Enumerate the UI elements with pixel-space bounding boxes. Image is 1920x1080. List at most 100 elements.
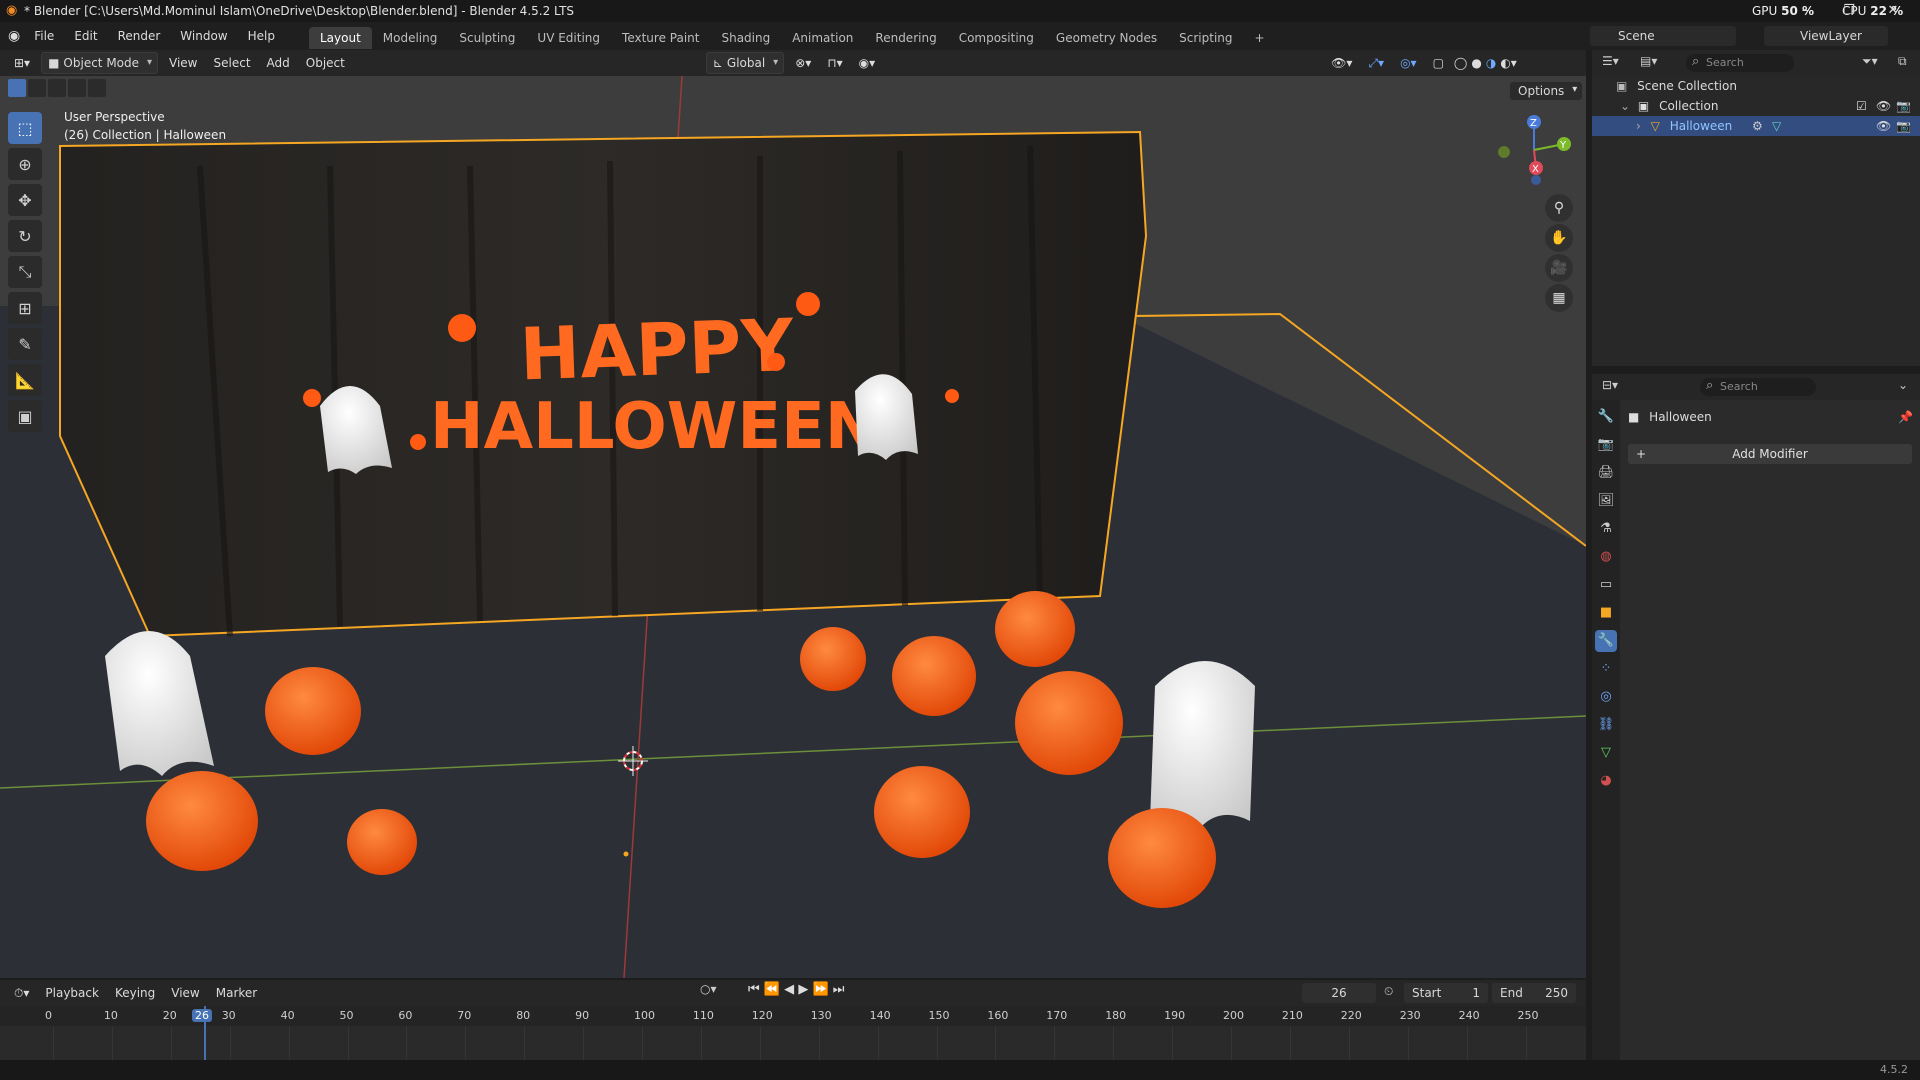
rendered-shading-icon[interactable]: ◐▾ <box>1498 51 1519 75</box>
play-reverse-icon[interactable]: ◀ <box>784 982 794 997</box>
zoom-icon[interactable]: ⚲ <box>1545 194 1573 222</box>
editor-type-icon[interactable]: ⊞▾ <box>6 51 38 75</box>
view-layer-selector[interactable]: ViewLayer <box>1764 26 1888 46</box>
navigation-gizmo[interactable]: Z Y X <box>1490 110 1586 190</box>
particles-properties-icon[interactable]: ⁘ <box>1595 658 1617 680</box>
perspective-toggle-icon[interactable]: ▦ <box>1545 284 1573 312</box>
jump-start-icon[interactable]: ⏮ <box>748 982 760 997</box>
collection-properties-icon[interactable]: ▭ <box>1595 574 1617 596</box>
modifier-properties-icon[interactable]: 🔧 <box>1595 630 1617 652</box>
add-cube-tool-icon[interactable]: ▣ <box>8 400 42 432</box>
select-invert-icon[interactable] <box>68 79 86 97</box>
properties-search-input[interactable]: Search <box>1700 377 1816 396</box>
end-frame-field[interactable]: End 250 <box>1492 983 1576 1003</box>
physics-properties-icon[interactable]: ◎ <box>1595 686 1617 708</box>
visibility-icon[interactable]: 👁▾ <box>1323 51 1360 75</box>
visibility-eye-icon[interactable]: 👁 <box>1876 96 1891 116</box>
menu-file[interactable]: File <box>24 22 64 50</box>
timeline-editor-icon[interactable]: ⏱▾ <box>6 981 37 1005</box>
pan-hand-icon[interactable]: ✋ <box>1545 224 1573 252</box>
proportional-edit-icon[interactable]: ◉▾ <box>851 51 884 75</box>
view-layer-properties-icon[interactable]: 🖼 <box>1595 490 1617 512</box>
xray-icon[interactable]: ▢ <box>1425 51 1452 75</box>
3d-viewport[interactable]: HAPPY HALLOWEEN User Perspective (26) Co… <box>0 76 1586 978</box>
properties-editor-icon[interactable]: ⊟▾ <box>1602 378 1618 392</box>
new-collection-icon[interactable]: ⧉ <box>1898 54 1907 69</box>
world-properties-icon[interactable]: ◍ <box>1595 546 1617 568</box>
current-frame-field[interactable]: 26 <box>1302 983 1376 1003</box>
tab-modeling[interactable]: Modeling <box>372 27 449 49</box>
gizmo-toggle-icon[interactable]: ⤢▾ <box>1360 51 1392 75</box>
start-frame-field[interactable]: Start 1 <box>1404 983 1488 1003</box>
move-tool-icon[interactable]: ✥ <box>8 184 42 216</box>
solid-shading-icon[interactable]: ● <box>1469 51 1483 75</box>
measure-tool-icon[interactable]: 📐 <box>8 364 42 396</box>
render-camera-icon[interactable]: 📷 <box>1896 96 1911 116</box>
preview-range-icon[interactable]: ⏲ <box>1384 984 1393 999</box>
select-extend-icon[interactable] <box>28 79 46 97</box>
timeline[interactable]: 0 10 20 30 40 50 60 70 80 90 100 110 120 130 140 150 160… <box>0 1006 1586 1060</box>
minimize-icon[interactable]: – <box>1790 2 1820 20</box>
tab-scripting[interactable]: Scripting <box>1168 27 1243 49</box>
tab-uv-editing[interactable]: UV Editing <box>526 27 611 49</box>
annotate-tool-icon[interactable]: ✎ <box>8 328 42 360</box>
transform-tool-icon[interactable]: ⊞ <box>8 292 42 324</box>
gizmo-neg-y-axis[interactable] <box>1498 146 1510 158</box>
add-modifier-button[interactable]: + Add Modifier <box>1628 444 1912 464</box>
exclude-checkbox[interactable]: ☑ <box>1856 96 1867 116</box>
menu-select[interactable]: Select <box>206 51 259 75</box>
tab-layout[interactable]: Layout <box>308 26 372 49</box>
render-camera-icon[interactable]: 📷 <box>1896 116 1911 136</box>
menu-marker[interactable]: Marker <box>208 981 265 1005</box>
add-workspace-icon[interactable]: + <box>1244 27 1276 49</box>
menu-object[interactable]: Object <box>298 51 353 75</box>
menu-edit[interactable]: Edit <box>64 22 107 50</box>
select-intersect-icon[interactable] <box>88 79 106 97</box>
options-dropdown[interactable]: Options ▾ <box>1510 82 1583 100</box>
outliner-search-input[interactable]: Search <box>1686 53 1794 72</box>
scene-selector[interactable]: Scene <box>1590 26 1736 46</box>
visibility-eye-icon[interactable]: 👁 <box>1876 116 1891 136</box>
menu-window[interactable]: Window <box>170 22 237 50</box>
tool-properties-icon[interactable]: 🔧 <box>1595 406 1617 428</box>
menu-keying[interactable]: Keying <box>107 981 163 1005</box>
menu-view[interactable]: View <box>161 51 205 75</box>
menu-render[interactable]: Render <box>108 22 171 50</box>
frame-ruler[interactable]: 0 10 20 30 40 50 60 70 80 90 100 110 120 130 140 150 160… <box>0 1006 1586 1060</box>
expand-arrow-icon[interactable]: › <box>1636 119 1641 133</box>
play-icon[interactable]: ▶ <box>798 982 808 997</box>
tab-rendering[interactable]: Rendering <box>864 27 947 49</box>
prev-keyframe-icon[interactable]: ⏪ <box>764 982 780 997</box>
outliner-row-collection[interactable]: ⌄ ▣ Collection ☑ 👁 📷 <box>1592 96 1920 116</box>
material-properties-icon[interactable]: ◕ <box>1595 770 1617 792</box>
render-properties-icon[interactable]: 📷 <box>1595 434 1617 456</box>
overlay-toggle-icon[interactable]: ◎▾ <box>1392 51 1425 75</box>
tab-compositing[interactable]: Compositing <box>948 27 1045 49</box>
outliner-editor-icon[interactable]: ☰▾ <box>1602 54 1619 68</box>
tab-texture-paint[interactable]: Texture Paint <box>611 27 710 49</box>
blender-menu-icon[interactable]: ◉ <box>8 28 20 44</box>
constraints-properties-icon[interactable]: ⛓ <box>1595 714 1617 736</box>
tab-sculpting[interactable]: Sculpting <box>448 27 526 49</box>
material-shading-icon[interactable]: ◑ <box>1484 51 1498 75</box>
close-icon[interactable]: ✕ <box>1878 2 1908 20</box>
playhead-frame-indicator[interactable]: 26 <box>192 1008 212 1024</box>
scale-tool-icon[interactable]: ⤡ <box>8 256 42 288</box>
outliner-row-scene-collection[interactable]: ▣ Scene Collection <box>1592 76 1920 96</box>
outliner-row-halloween[interactable]: › ▽ Halloween ⚙ ▽ 👁 📷 <box>1592 116 1920 136</box>
camera-view-icon[interactable]: 🎥 <box>1545 254 1573 282</box>
object-properties-icon[interactable]: ■ <box>1595 602 1617 624</box>
next-keyframe-icon[interactable]: ⏩ <box>812 982 828 997</box>
pivot-icon[interactable]: ⊗▾ <box>787 51 819 75</box>
tab-animation[interactable]: Animation <box>781 27 864 49</box>
gizmo-neg-z-axis[interactable] <box>1531 175 1541 185</box>
mode-dropdown[interactable]: ■ Object Mode <box>41 52 159 74</box>
data-properties-icon[interactable]: ▽ <box>1595 742 1617 764</box>
select-subtract-icon[interactable] <box>48 79 66 97</box>
snap-icon[interactable]: ⊓▾ <box>819 51 850 75</box>
display-mode-icon[interactable]: ▤▾ <box>1640 54 1657 68</box>
menu-help[interactable]: Help <box>238 22 285 50</box>
scene-properties-icon[interactable]: ⚗ <box>1595 518 1617 540</box>
cursor-tool-icon[interactable]: ⊕ <box>8 148 42 180</box>
maximize-icon[interactable]: ❐ <box>1834 2 1864 20</box>
